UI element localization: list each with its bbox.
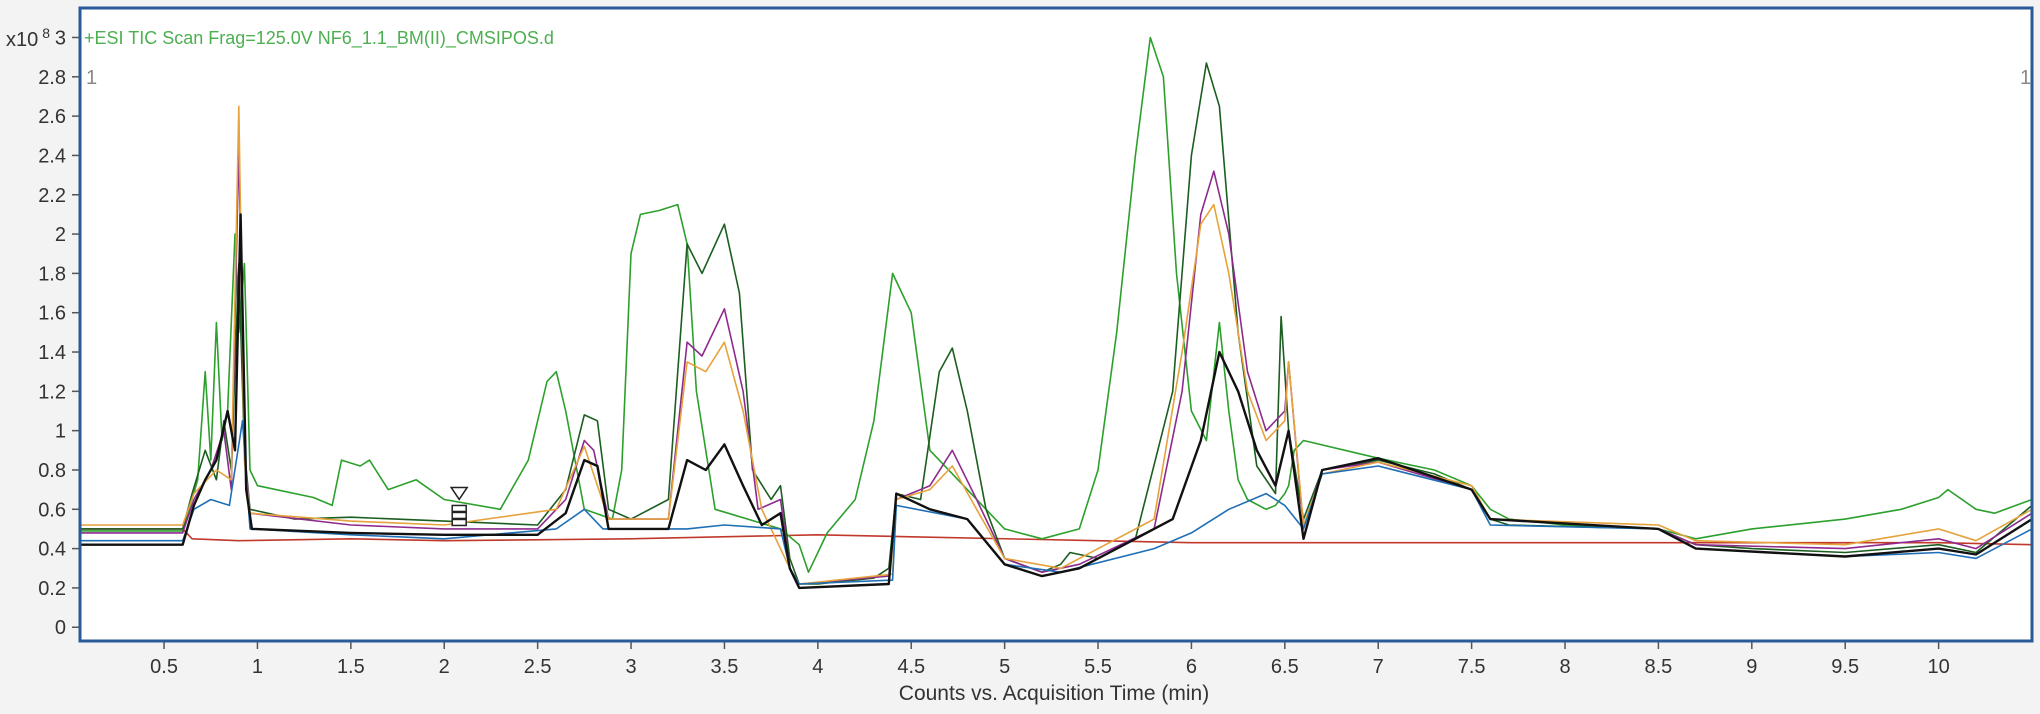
marker-box bbox=[451, 511, 467, 520]
x-tick-label: 10 bbox=[1927, 656, 1949, 678]
chromatogram-chart: 0.5 1 1.5 2 2.5 3 3.5 4 4.5 5 5.5 6 6.5 7 7.5 8 8.5 9 9.5 1… bbox=[6, 6, 2034, 705]
y-tick-label: 2.6 bbox=[38, 106, 66, 128]
x-tick-label: 6 bbox=[1186, 656, 1197, 678]
y-axis-ticks: 0 0.2 0.4 0.6 0.8 1 1.2 1.4 1.6 1.8 2 2.2 2.4 2.6 2.8 3 bbox=[38, 27, 80, 639]
x-tick-label: 9.5 bbox=[1831, 656, 1859, 678]
x-tick-label: 8.5 bbox=[1645, 656, 1673, 678]
chromatogram-window: 0.5 1 1.5 2 2.5 3 3.5 4 4.5 5 5.5 6 6.5 7 7.5 8 8.5 9 9.5 1… bbox=[0, 0, 2040, 714]
x-tick-label: 5.5 bbox=[1084, 656, 1112, 678]
chart-title: +ESI TIC Scan Frag=125.0V NF6_1.1_BM(II)… bbox=[84, 28, 554, 49]
x-tick-label: 8 bbox=[1559, 656, 1570, 678]
marker-box bbox=[451, 504, 467, 513]
x-tick-label: 1 bbox=[252, 656, 263, 678]
x-axis-ticks: 0.5 1 1.5 2 2.5 3 3.5 4 4.5 5 5.5 6 6.5 7 7.5 8 8.5 9 9.5 1… bbox=[150, 641, 1950, 678]
x-tick-label: 6.5 bbox=[1271, 656, 1299, 678]
corner-label-left: 1 bbox=[86, 67, 97, 89]
y-tick-label: 1.4 bbox=[38, 342, 66, 364]
x-tick-label: 4 bbox=[812, 656, 823, 678]
y-tick-label: 1 bbox=[55, 421, 66, 443]
x-tick-label: 0.5 bbox=[150, 656, 178, 678]
x-tick-label: 9 bbox=[1746, 656, 1757, 678]
x-tick-label: 3.5 bbox=[711, 656, 739, 678]
y-tick-label: 2 bbox=[55, 224, 66, 246]
x-tick-label: 3 bbox=[625, 656, 636, 678]
y-tick-label: 3 bbox=[55, 27, 66, 49]
x-tick-label: 1.5 bbox=[337, 656, 365, 678]
y-tick-label: 1.2 bbox=[38, 381, 66, 403]
x-tick-label: 2 bbox=[439, 656, 450, 678]
x-axis-label: Counts vs. Acquisition Time (min) bbox=[899, 682, 1209, 705]
y-tick-label: 2.8 bbox=[38, 67, 66, 89]
x-tick-label: 4.5 bbox=[897, 656, 925, 678]
y-multiplier-label: x10 8 bbox=[6, 25, 50, 51]
y-tick-label: 2.4 bbox=[38, 145, 66, 167]
x-tick-label: 2.5 bbox=[524, 656, 552, 678]
y-tick-label: 0 bbox=[55, 617, 66, 639]
marker-box bbox=[451, 518, 467, 527]
x-tick-label: 7 bbox=[1373, 656, 1384, 678]
x-tick-label: 5 bbox=[999, 656, 1010, 678]
y-tick-label: 1.8 bbox=[38, 263, 66, 285]
y-tick-label: 0.8 bbox=[38, 460, 66, 482]
x-tick-label: 7.5 bbox=[1458, 656, 1486, 678]
y-tick-label: 1.6 bbox=[38, 303, 66, 325]
y-tick-label: 0.6 bbox=[38, 499, 66, 521]
y-tick-label: 0.2 bbox=[38, 578, 66, 600]
corner-label-right: 1 bbox=[2020, 67, 2031, 89]
y-tick-label: 0.4 bbox=[38, 539, 66, 561]
y-tick-label: 2.2 bbox=[38, 185, 66, 207]
